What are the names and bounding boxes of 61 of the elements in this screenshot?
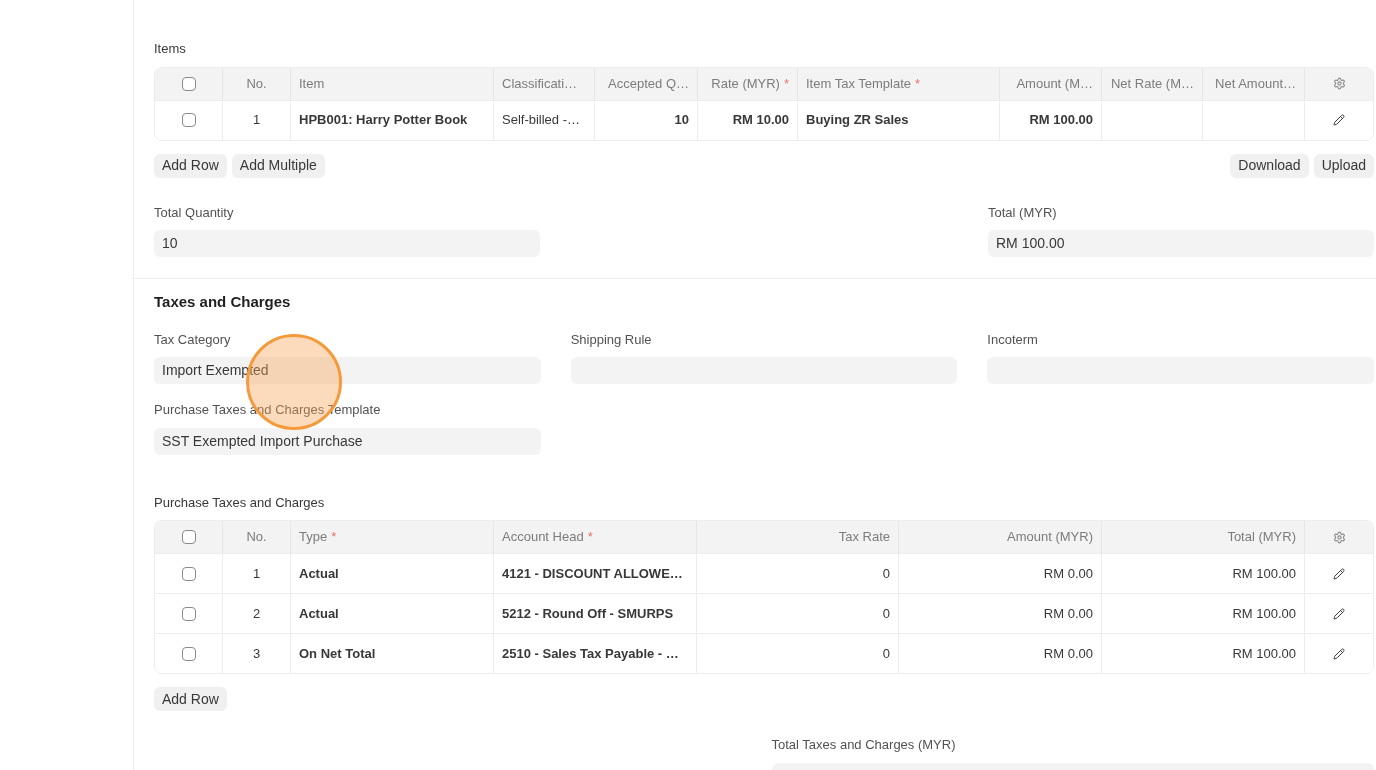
table-cell-text: RM 0.00 — [1043, 564, 1093, 583]
input-field[interactable]: SST Exempted Import Purchase — [154, 427, 541, 455]
column-header: No. — [246, 528, 267, 547]
column-header: Account Head — [502, 528, 584, 547]
column-header: Tax Rate — [838, 528, 890, 547]
required-marker: * — [783, 74, 789, 93]
table-cell-text: Actual — [299, 564, 339, 583]
table-cell-text: Self-billed -… — [502, 111, 581, 130]
field-label: Shipping Rule — [570, 330, 653, 349]
required-marker: * — [331, 528, 337, 547]
field-label: Tax Category — [154, 330, 232, 349]
table-cell-text: RM 0.00 — [1043, 604, 1093, 623]
table-cell-text: 10 — [674, 111, 689, 130]
table-cell-text: 1 — [252, 111, 261, 130]
input-field[interactable]: RM 100.00 — [988, 230, 1374, 257]
table-cell-text: 5212 - Round Off - SMURPS — [502, 604, 674, 623]
table-cell-text: 1 — [252, 564, 261, 583]
column-header: Rate (MYR) — [711, 74, 780, 93]
table-cell-text: On Net Total — [299, 644, 376, 663]
section-label: Purchase Taxes and Charges — [154, 493, 326, 512]
column-header: Net Amount… — [1215, 74, 1296, 93]
field-label: Total Taxes and Charges (MYR) — [771, 736, 957, 754]
column-header: Net Rate (M… — [1110, 74, 1194, 93]
table-cell-text: RM 100.00 — [1232, 564, 1296, 583]
table-cell-text: 0 — [882, 604, 890, 623]
column-header: Accepted Q… — [608, 74, 689, 93]
table-cell-text: 3 — [252, 644, 261, 663]
table-cell-text: 0 — [882, 564, 890, 583]
action-button[interactable]: Add Row — [154, 687, 227, 711]
table-cell-text: RM 100.00 — [1029, 111, 1093, 130]
table-cell-text: Actual — [299, 604, 339, 623]
table-cell-text: RM 100.00 — [1232, 644, 1296, 663]
action-button[interactable]: Upload — [1313, 153, 1374, 178]
field-label: Incoterm — [987, 330, 1039, 349]
required-marker: * — [587, 528, 593, 547]
action-button[interactable]: Download — [1230, 153, 1309, 178]
table-cell-text: RM 100.00 — [1232, 604, 1296, 623]
required-marker: * — [915, 74, 921, 93]
field-label: Total (MYR) — [988, 203, 1058, 222]
table-cell-text: HPB001: Harry Potter Book — [299, 111, 468, 130]
column-header: Classificati… — [502, 74, 578, 93]
column-header: Item — [299, 74, 325, 93]
table-cell-text: 4121 - DISCOUNT ALLOWE… — [502, 564, 683, 583]
table-cell-text: RM 0.00 — [1043, 644, 1093, 663]
section-label: Items — [154, 40, 187, 58]
input-field[interactable]: 10 — [154, 230, 540, 257]
action-button[interactable]: Add Row — [154, 153, 227, 178]
column-header: Type — [299, 528, 328, 547]
column-header: No. — [246, 74, 267, 93]
table-cell-text: 0 — [882, 644, 890, 663]
column-header: Item Tax Template — [806, 74, 911, 93]
field-label: Total Quantity — [154, 203, 235, 222]
table-cell-text: 2 — [252, 604, 261, 623]
column-header: Total (MYR) — [1227, 528, 1296, 547]
action-button[interactable]: Add Multiple — [231, 153, 325, 178]
section-heading: Taxes and Charges — [154, 292, 292, 312]
column-header: Amount (M… — [1016, 74, 1093, 93]
column-header: Amount (MYR) — [1007, 528, 1093, 547]
table-cell-text: Buying ZR Sales — [806, 111, 909, 130]
table-cell-text: 2510 - Sales Tax Payable - … — [502, 644, 679, 663]
table-cell-text: RM 10.00 — [732, 111, 789, 130]
